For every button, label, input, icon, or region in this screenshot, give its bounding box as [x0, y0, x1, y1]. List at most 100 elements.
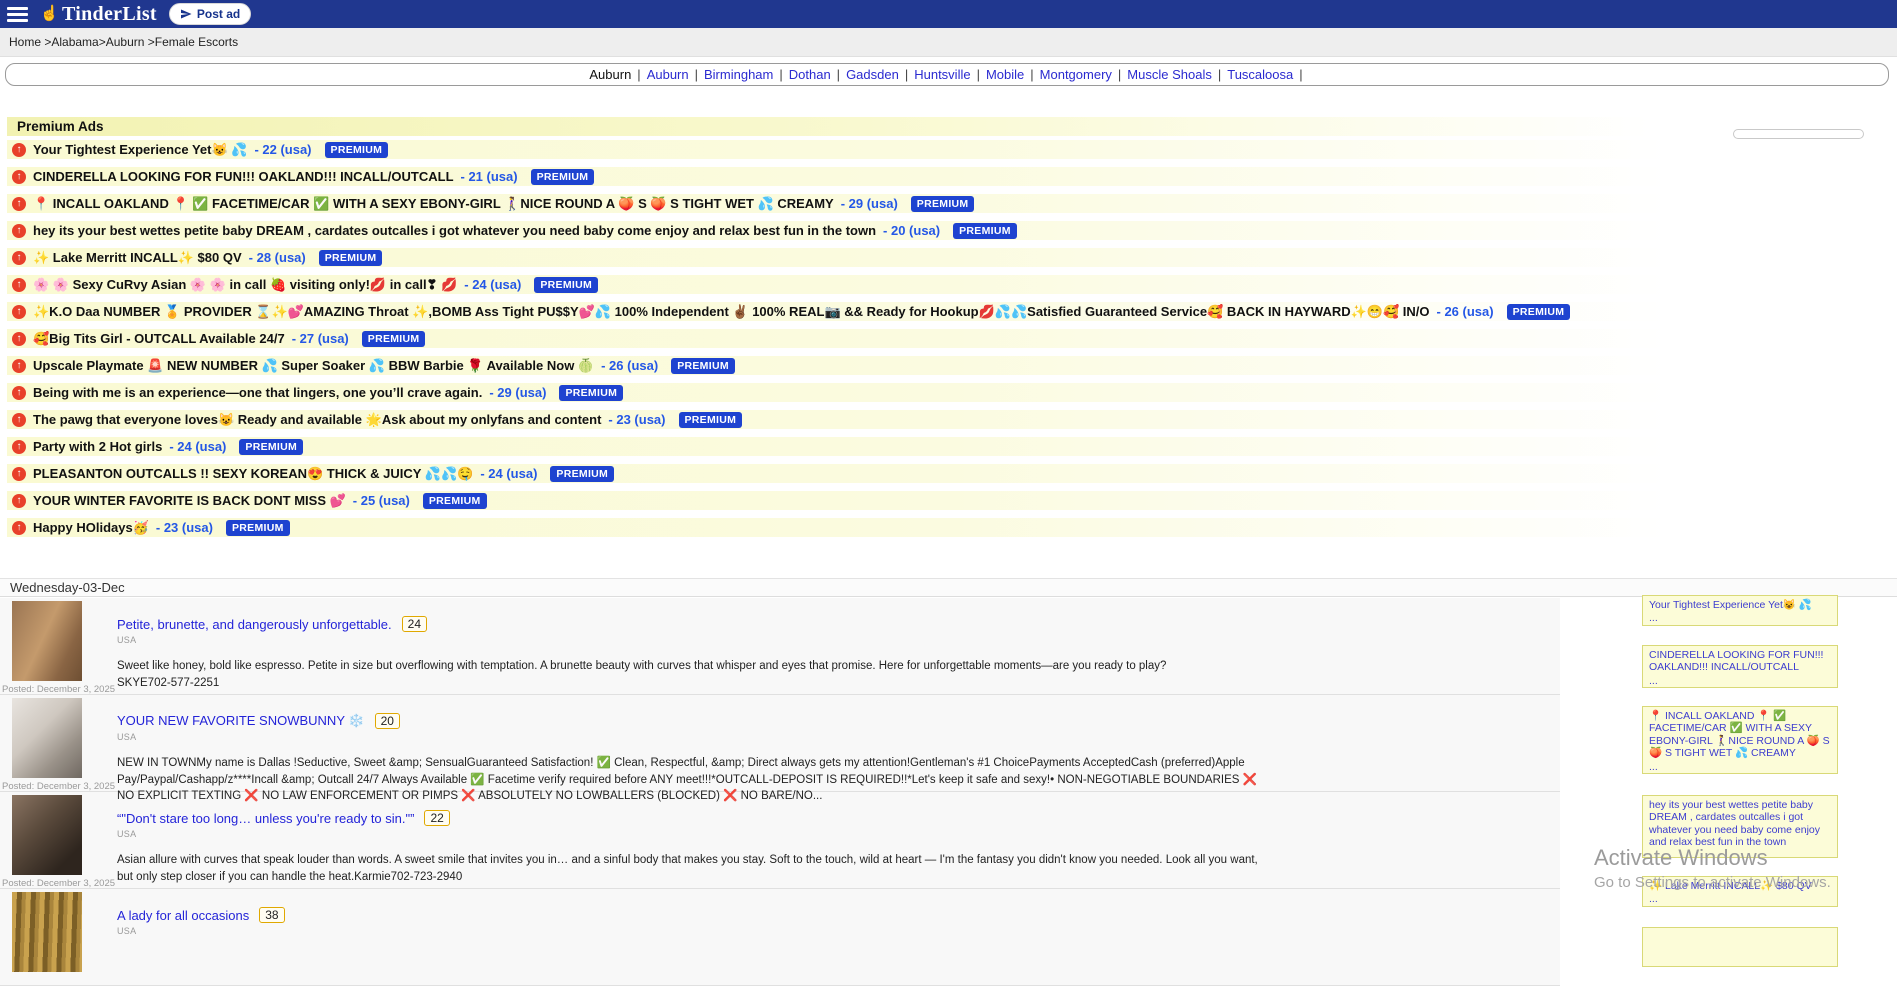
sidebar-ad[interactable]: 📍 INCALL OAKLAND 📍 ✅ FACETIME/CAR ✅ WITH… — [1642, 706, 1838, 774]
post-ad-button[interactable]: Post ad — [169, 3, 251, 25]
premium-ad-row[interactable]: ↑ 🌸 🌸 Sexy CuRvy Asian 🌸 🌸 in call 🍓 vis… — [7, 275, 1718, 294]
premium-ad-title[interactable]: The pawg that everyone loves😺 Ready and … — [33, 412, 601, 428]
up-arrow-icon: ↑ — [12, 494, 26, 508]
premium-ad-row[interactable]: ↑ 📍 INCALL OAKLAND 📍 ✅ FACETIME/CAR ✅ WI… — [7, 194, 1718, 213]
sidebar-ad[interactable]: ✨ Lake Merritt INCALL✨ $80 QV ... — [1642, 876, 1838, 907]
premium-ad-row[interactable]: ↑ ✨K.O Daa NUMBER 🏅 PROVIDER ⌛✨💕AMAZING … — [7, 302, 1718, 321]
listing-title-link[interactable]: Petite, brunette, and dangerously unforg… — [117, 617, 392, 632]
up-arrow-icon: ↑ — [12, 332, 26, 346]
up-arrow-icon: ↑ — [12, 170, 26, 184]
city-link[interactable]: Huntsville — [914, 67, 970, 82]
separator: | — [1218, 67, 1221, 82]
listing-photo[interactable] — [12, 795, 82, 875]
premium-ad-title[interactable]: 📍 INCALL OAKLAND 📍 ✅ FACETIME/CAR ✅ WITH… — [33, 196, 834, 212]
separator: | — [1118, 67, 1121, 82]
premium-ad-row[interactable]: ↑ Happy HOlidays🥳 - 23 (usa) PREMIUM — [7, 518, 1718, 537]
premium-ad-row[interactable]: ↑ PLEASANTON OUTCALLS !! SEXY KOREAN😍 TH… — [7, 464, 1718, 483]
sidebar-ad-text: hey its your best wettes petite baby DRE… — [1649, 799, 1831, 849]
premium-ad-title[interactable]: YOUR WINTER FAVORITE IS BACK DONT MISS 💕 — [33, 493, 346, 509]
sidebar-ad[interactable]: CINDERELLA LOOKING FOR FUN!!! OAKLAND!!!… — [1642, 645, 1838, 688]
pointer-hand-icon: ☝ — [40, 7, 59, 22]
sidebar-ad-more: ... — [1649, 761, 1831, 773]
premium-ad-row[interactable]: ↑ Being with me is an experience—one tha… — [7, 383, 1718, 402]
premium-badge: PREMIUM — [911, 196, 975, 212]
city-link[interactable]: Mobile — [986, 67, 1024, 82]
premium-ad-row[interactable]: ↑ Your Tightest Experience Yet😺 💦 - 22 (… — [7, 140, 1718, 159]
up-arrow-icon: ↑ — [12, 386, 26, 400]
premium-ad-meta: - 29 (usa) — [489, 385, 546, 400]
listing-card[interactable]: Posted: December 3, 2025 Petite, brunett… — [0, 598, 1560, 695]
city-link[interactable]: Dothan — [789, 67, 831, 82]
separator: | — [905, 67, 908, 82]
listing-photo-column — [12, 892, 82, 985]
listing-title-link[interactable]: “"Don't stare too long… unless you're re… — [117, 811, 414, 826]
listing-body: “"Don't stare too long… unless you're re… — [117, 795, 1267, 888]
listing-title-link[interactable]: YOUR NEW FAVORITE SNOWBUNNY ❄️ — [117, 713, 365, 729]
premium-ad-title[interactable]: ✨K.O Daa NUMBER 🏅 PROVIDER ⌛✨💕AMAZING Th… — [33, 304, 1430, 320]
sidebar-ad-more: ... — [1649, 612, 1831, 624]
premium-ad-title[interactable]: PLEASANTON OUTCALLS !! SEXY KOREAN😍 THIC… — [33, 466, 473, 482]
up-arrow-icon: ↑ — [12, 413, 26, 427]
city-link[interactable]: Auburn — [647, 67, 689, 82]
separator: | — [695, 67, 698, 82]
premium-ad-row[interactable]: ↑ Party with 2 Hot girls - 24 (usa) PREM… — [7, 437, 1718, 456]
sidebar-ad-more: ... — [1649, 675, 1831, 687]
premium-ad-title[interactable]: Being with me is an experience—one that … — [33, 385, 482, 400]
listing-card[interactable]: Posted: December 3, 2025 “"Don't stare t… — [0, 792, 1560, 889]
premium-ad-row[interactable]: ↑ CINDERELLA LOOKING FOR FUN!!! OAKLAND!… — [7, 167, 1718, 186]
breadcrumb[interactable]: Home >Alabama>Auburn >Female Escorts — [9, 35, 238, 49]
premium-ad-meta: - 27 (usa) — [292, 331, 349, 346]
breadcrumb-bar: Home >Alabama>Auburn >Female Escorts — [0, 28, 1897, 57]
brand-name: TinderList — [62, 3, 157, 26]
city-link[interactable]: Gadsden — [846, 67, 899, 82]
premium-ad-row[interactable]: ↑ Upscale Playmate 🚨 NEW NUMBER 💦 Super … — [7, 356, 1718, 375]
sidebar-ad-more: ... — [1649, 850, 1831, 859]
city-link[interactable]: Montgomery — [1040, 67, 1112, 82]
premium-ad-title[interactable]: ✨ Lake Merritt INCALL✨ $80 QV — [33, 250, 242, 266]
listing-photo[interactable] — [12, 698, 82, 778]
sidebar-ad[interactable]: hey its your best wettes petite baby DRE… — [1642, 795, 1838, 858]
premium-ad-row[interactable]: ↑ hey its your best wettes petite baby D… — [7, 221, 1718, 240]
premium-badge: PREMIUM — [319, 250, 383, 266]
listings-list: Posted: December 3, 2025 Petite, brunett… — [0, 598, 1560, 986]
listing-photo[interactable] — [12, 601, 82, 681]
posted-date: Posted: December 3, 2025 — [2, 878, 82, 889]
age-badge: 22 — [424, 810, 449, 826]
premium-ad-row[interactable]: ↑ The pawg that everyone loves😺 Ready an… — [7, 410, 1718, 429]
premium-badge: PREMIUM — [423, 493, 487, 509]
city-link[interactable]: Birmingham — [704, 67, 773, 82]
separator: | — [977, 67, 980, 82]
current-city: Auburn — [589, 67, 631, 82]
premium-ads-header: Premium Ads — [7, 117, 1718, 136]
premium-ad-row[interactable]: ↑ YOUR WINTER FAVORITE IS BACK DONT MISS… — [7, 491, 1718, 510]
premium-badge: PREMIUM — [953, 223, 1017, 239]
sidebar-ad-text: CINDERELLA LOOKING FOR FUN!!! OAKLAND!!!… — [1649, 649, 1831, 674]
premium-ad-title[interactable]: 🥰Big Tits Girl - OUTCALL Available 24/7 — [33, 331, 285, 347]
country-label: USA — [117, 926, 1267, 936]
premium-ad-row[interactable]: ↑ ✨ Lake Merritt INCALL✨ $80 QV - 28 (us… — [7, 248, 1718, 267]
premium-ad-title[interactable]: Happy HOlidays🥳 — [33, 520, 149, 536]
premium-ad-meta: - 25 (usa) — [353, 493, 410, 508]
premium-ad-title[interactable]: 🌸 🌸 Sexy CuRvy Asian 🌸 🌸 in call 🍓 visit… — [33, 277, 457, 293]
city-link[interactable]: Tuscaloosa — [1227, 67, 1293, 82]
country-label: USA — [117, 829, 1267, 839]
listing-card[interactable]: A lady for all occasions 38 USA — [0, 889, 1560, 986]
premium-ad-title[interactable]: hey its your best wettes petite baby DRE… — [33, 223, 876, 238]
listing-card[interactable]: Posted: December 3, 2025 YOUR NEW FAVORI… — [0, 695, 1560, 792]
site-logo[interactable]: ☝ TinderList — [40, 3, 157, 26]
listing-title-link[interactable]: A lady for all occasions — [117, 908, 249, 923]
premium-ad-meta: - 23 (usa) — [156, 520, 213, 535]
separator: | — [637, 67, 640, 82]
listing-photo[interactable] — [12, 892, 82, 972]
city-link[interactable]: Muscle Shoals — [1127, 67, 1212, 82]
premium-ad-title[interactable]: Your Tightest Experience Yet😺 💦 — [33, 142, 247, 158]
premium-ad-title[interactable]: CINDERELLA LOOKING FOR FUN!!! OAKLAND!!!… — [33, 169, 454, 184]
sidebar-ad[interactable] — [1642, 927, 1838, 967]
premium-badge: PREMIUM — [531, 169, 595, 185]
premium-ad-title[interactable]: Upscale Playmate 🚨 NEW NUMBER 💦 Super So… — [33, 358, 594, 374]
sidebar-ad[interactable]: Your Tightest Experience Yet😺 💦 ... — [1642, 595, 1838, 626]
premium-badge: PREMIUM — [362, 331, 426, 347]
premium-ad-title[interactable]: Party with 2 Hot girls — [33, 439, 162, 454]
hamburger-menu-icon[interactable] — [7, 7, 28, 22]
premium-ad-row[interactable]: ↑ 🥰Big Tits Girl - OUTCALL Available 24/… — [7, 329, 1718, 348]
